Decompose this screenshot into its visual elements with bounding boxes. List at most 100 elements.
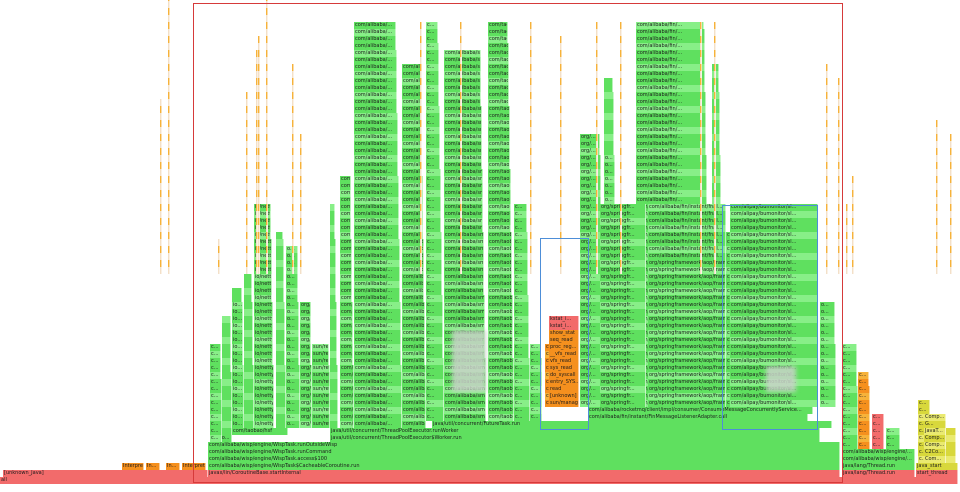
flame-spike[interactable] (530, 64, 532, 71)
stack-frame[interactable]: com/alibaba/fin/... (636, 71, 705, 78)
stack-frame[interactable]: o... (820, 337, 835, 344)
flame-spike[interactable] (596, 29, 598, 36)
stack-frame[interactable]: com/alibaba/... (354, 239, 400, 246)
flame-spike[interactable] (246, 218, 248, 225)
stack-frame[interactable]: org/... (300, 365, 312, 372)
flame-spike[interactable] (700, 232, 702, 239)
stack-frame[interactable]: org/springfr... (600, 379, 646, 386)
flame-spike[interactable] (530, 183, 532, 190)
stack-frame[interactable]: c... (426, 358, 444, 365)
stack-frame[interactable]: com/taob... (488, 281, 512, 288)
stack-frame[interactable]: com/alibaba/sm... (402, 162, 422, 169)
stack-frame[interactable]: c... (514, 267, 528, 274)
stack-frame[interactable]: c... (426, 85, 439, 92)
stack-frame[interactable]: com/taob... (488, 57, 509, 64)
flame-spike[interactable] (266, 71, 268, 78)
flame-spike[interactable] (530, 218, 532, 225)
stack-frame[interactable]: com/alibaba/... (354, 365, 402, 372)
stack-frame[interactable] (330, 316, 337, 323)
stack-frame[interactable]: c... (426, 365, 444, 372)
stack-frame[interactable]: sun/reflect/... (312, 400, 330, 407)
stack-frame[interactable]: io/netty/... (254, 372, 274, 379)
stack-frame[interactable]: c... (514, 407, 530, 414)
flame-spike[interactable] (838, 85, 840, 92)
stack-frame[interactable] (276, 386, 286, 393)
flame-spike[interactable] (460, 260, 462, 267)
stack-frame[interactable]: c... (872, 421, 884, 428)
stack-frame[interactable]: com/alipay/bumonitor/sl... (730, 288, 818, 295)
stack-frame[interactable]: java_start (916, 463, 958, 470)
stack-frame[interactable]: c... (210, 365, 221, 372)
stack-frame[interactable]: com/taob... (488, 337, 513, 344)
flame-spike[interactable] (258, 169, 260, 176)
stack-frame[interactable]: com/... (340, 379, 354, 386)
stack-frame[interactable]: c... (426, 253, 442, 260)
stack-frame[interactable]: c... (514, 302, 529, 309)
stack-frame[interactable]: org/springfr... (600, 232, 646, 239)
flame-spike[interactable] (620, 43, 622, 50)
flame-spike[interactable] (596, 176, 598, 183)
flame-spike[interactable] (700, 204, 702, 211)
flame-spike[interactable] (300, 155, 302, 162)
flame-spike[interactable] (292, 162, 294, 169)
flame-spike[interactable] (826, 197, 828, 204)
stack-frame[interactable]: com/alibaba/... (354, 414, 402, 421)
flame-spike[interactable] (700, 50, 702, 57)
flame-spike[interactable] (714, 162, 716, 169)
stack-frame[interactable]: com/alibaba/sm... (402, 386, 426, 393)
flame-spike[interactable] (168, 36, 170, 43)
flame-spike[interactable] (560, 183, 562, 190)
stack-frame[interactable]: c... (210, 386, 222, 393)
stack-frame[interactable]: o... (286, 400, 300, 407)
flame-spike[interactable] (936, 120, 938, 127)
stack-frame[interactable] (222, 351, 231, 358)
flame-spike[interactable] (714, 141, 716, 148)
stack-frame[interactable] (222, 414, 232, 421)
flame-spike[interactable] (560, 141, 562, 148)
stack-frame[interactable] (222, 365, 231, 372)
flame-spike[interactable] (936, 134, 938, 141)
frame-start-thread[interactable]: start_thread (916, 470, 958, 477)
stack-frame[interactable]: com/alibaba/smart/... (444, 281, 484, 288)
flame-spike[interactable] (266, 50, 268, 57)
stack-frame[interactable] (244, 407, 254, 414)
flame-spike[interactable] (838, 246, 840, 253)
flame-spike[interactable] (460, 225, 462, 232)
stack-frame[interactable]: com/alibaba/... (354, 134, 398, 141)
flame-spike[interactable] (460, 218, 462, 225)
stack-frame[interactable]: o... (820, 330, 835, 337)
stack-frame[interactable]: com/alibaba/... (354, 337, 401, 344)
flame-spike[interactable] (620, 64, 622, 71)
stack-frame[interactable]: com/... (340, 372, 354, 379)
flame-spike[interactable] (826, 239, 828, 246)
stack-frame[interactable]: c... (872, 435, 884, 442)
stack-frame[interactable]: com/alibaba/smart/... (444, 225, 483, 232)
flame-spike[interactable] (168, 190, 170, 197)
stack-frame[interactable] (276, 344, 285, 351)
stack-frame[interactable]: com/alibaba/sm... (402, 295, 424, 302)
stack-frame[interactable]: c... (514, 414, 530, 421)
flame-spike[interactable] (246, 169, 248, 176)
flame-spike[interactable] (936, 162, 938, 169)
flame-spike[interactable] (420, 169, 422, 176)
flame-spike[interactable] (246, 190, 248, 197)
flame-spike[interactable] (258, 85, 260, 92)
flame-spike[interactable] (620, 134, 622, 141)
stack-frame[interactable]: com/... (340, 288, 352, 295)
stack-frame[interactable]: com/alibaba/... (354, 106, 397, 113)
stack-frame[interactable]: com/alibaba/... (354, 162, 398, 169)
stack-frame[interactable]: c... (210, 435, 222, 442)
stack-frame[interactable]: com/alibaba/smart/... (444, 302, 485, 309)
flame-spike[interactable] (258, 141, 260, 148)
flame-spike[interactable] (168, 85, 170, 92)
stack-frame[interactable]: org/springframework/aop/fram... (648, 386, 726, 393)
flame-spike[interactable] (292, 141, 294, 148)
flame-spike[interactable] (300, 260, 302, 267)
flame-spike[interactable] (292, 225, 294, 232)
flame-spike[interactable] (620, 162, 622, 169)
stack-frame[interactable]: io/netty/... (254, 274, 272, 281)
flame-spike[interactable] (420, 106, 422, 113)
stack-frame[interactable]: com/taob... (488, 141, 510, 148)
flame-spike[interactable] (420, 29, 422, 36)
flame-spike[interactable] (700, 183, 702, 190)
